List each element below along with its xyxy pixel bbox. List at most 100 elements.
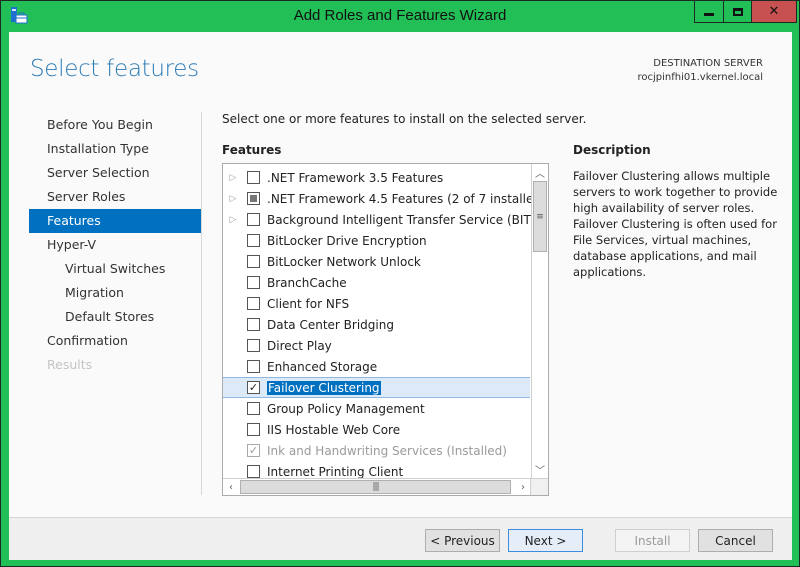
feature-row[interactable]: Data Center Bridging	[223, 314, 530, 335]
feature-label: Internet Printing Client	[267, 464, 404, 479]
feature-label: Failover Clustering	[267, 380, 381, 395]
feature-label: .NET Framework 4.5 Features (2 of 7 inst…	[267, 191, 546, 206]
features-heading: Features	[222, 143, 282, 157]
feature-row[interactable]: ▷ Background Intelligent Transfer Service…	[223, 209, 544, 230]
expand-arrow-icon[interactable]: ▷	[223, 215, 243, 225]
feature-label: Client for NFS	[267, 296, 350, 311]
horizontal-scroll-thumb[interactable]: |||	[240, 480, 511, 494]
feature-label: Direct Play	[267, 338, 332, 353]
next-button[interactable]: Next >	[508, 529, 583, 552]
feature-checkbox: ✓	[247, 444, 260, 457]
nav-item-virtual-switches[interactable]: Virtual Switches	[29, 257, 201, 281]
feature-label: BitLocker Network Unlock	[267, 254, 421, 269]
feature-row[interactable]: Direct Play	[223, 335, 530, 356]
window-controls: ✕	[694, 1, 797, 23]
feature-label: BitLocker Drive Encryption	[267, 233, 427, 248]
instructions-text: Select one or more features to install o…	[222, 112, 587, 126]
feature-row[interactable]: Enhanced Storage	[223, 356, 530, 377]
feature-label: Enhanced Storage	[267, 359, 378, 374]
feature-row[interactable]: ▷ .NET Framework 3.5 Features	[223, 167, 530, 188]
expand-arrow-icon[interactable]: ▷	[223, 173, 243, 183]
feature-row[interactable]: ✓ Ink and Handwriting Services (Installed…	[223, 440, 530, 461]
nav-item-installation-type[interactable]: Installation Type	[29, 137, 201, 161]
feature-checkbox[interactable]	[247, 192, 260, 205]
window-title: Add Roles and Features Wizard	[293, 7, 507, 24]
previous-button[interactable]: < Previous	[425, 529, 500, 552]
minimize-icon	[704, 12, 714, 16]
scroll-left-button[interactable]: ‹	[223, 479, 239, 495]
page-title: Select features	[30, 56, 199, 82]
feature-row[interactable]: ✓ Failover Clustering	[223, 377, 530, 398]
destination-server-info: DESTINATION SERVER rocjpinfhi01.vkernel.…	[638, 57, 763, 85]
feature-row[interactable]: Client for NFS	[223, 293, 530, 314]
feature-row[interactable]: ▷ .NET Framework 4.5 Features (2 of 7 ins…	[223, 188, 546, 209]
destination-server-label: DESTINATION SERVER	[653, 58, 763, 69]
horizontal-scrollbar[interactable]: ‹ ||| ›	[223, 478, 531, 495]
feature-checkbox[interactable]	[247, 339, 260, 352]
checkmark-icon: ✓	[248, 381, 259, 394]
nav-item-hyper-v[interactable]: Hyper-V	[29, 233, 201, 257]
install-button: Install	[615, 529, 690, 552]
scroll-up-button[interactable]: ︿	[532, 164, 548, 181]
grip-icon: |||	[372, 482, 379, 492]
feature-row[interactable]: BranchCache	[223, 272, 530, 293]
feature-checkbox[interactable]	[247, 171, 260, 184]
maximize-icon	[732, 7, 743, 16]
feature-row[interactable]: IIS Hostable Web Core	[223, 419, 530, 440]
feature-checkbox[interactable]	[247, 318, 260, 331]
feature-label: Background Intelligent Transfer Service …	[267, 212, 544, 227]
nav-item-features[interactable]: Features	[29, 209, 201, 233]
nav-item-server-roles[interactable]: Server Roles	[29, 185, 201, 209]
feature-checkbox[interactable]	[247, 423, 260, 436]
scrollbar-corner	[530, 478, 548, 495]
minimize-button[interactable]	[695, 1, 723, 22]
expand-arrow-icon[interactable]: ▷	[223, 194, 243, 204]
wizard-footer: < Previous Next > Install Cancel	[9, 517, 792, 560]
feature-checkbox[interactable]: ✓	[247, 381, 260, 394]
features-list-content: ▷ .NET Framework 3.5 Features ▷ .NET Framew…	[223, 167, 546, 482]
feature-label: .NET Framework 3.5 Features	[267, 170, 444, 185]
description-heading: Description	[573, 143, 651, 157]
nav-item-server-selection[interactable]: Server Selection	[29, 161, 201, 185]
feature-checkbox[interactable]	[247, 276, 260, 289]
feature-row[interactable]: Group Policy Management	[223, 398, 530, 419]
feature-row[interactable]: BitLocker Drive Encryption	[223, 230, 530, 251]
wizard-client-area: Select features DESTINATION SERVER rocjp…	[9, 32, 792, 560]
nav-divider	[201, 112, 202, 495]
feature-row[interactable]: BitLocker Network Unlock	[223, 251, 530, 272]
feature-checkbox[interactable]	[247, 297, 260, 310]
feature-checkbox[interactable]	[247, 234, 260, 247]
close-button[interactable]: ✕	[751, 1, 796, 22]
feature-label: BranchCache	[267, 275, 347, 290]
chevron-down-icon: ﹀	[535, 466, 545, 477]
wizard-nav: Before You Begin Installation Type Server …	[29, 113, 201, 377]
feature-checkbox[interactable]	[247, 465, 260, 478]
nav-item-before-you-begin[interactable]: Before You Begin	[29, 113, 201, 137]
chevron-left-icon: ‹	[229, 482, 233, 493]
nav-item-migration[interactable]: Migration	[29, 281, 201, 305]
chevron-right-icon: ›	[521, 482, 525, 493]
wizard-window: Add Roles and Features Wizard ✕ Select f…	[0, 0, 800, 567]
vertical-scrollbar[interactable]: ︿ ≡ ﹀	[531, 164, 548, 478]
description-text: Failover Clustering allows multiple serv…	[573, 169, 778, 279]
features-tree-list[interactable]: ▷ .NET Framework 3.5 Features ▷ .NET Framew…	[222, 163, 549, 496]
feature-label: Group Policy Management	[267, 401, 425, 416]
vertical-scroll-thumb[interactable]: ≡	[533, 181, 547, 252]
title-bar[interactable]: Add Roles and Features Wizard ✕	[1, 1, 799, 32]
feature-checkbox[interactable]	[247, 255, 260, 268]
nav-item-confirmation[interactable]: Confirmation	[29, 329, 201, 353]
feature-checkbox[interactable]	[247, 402, 260, 415]
maximize-button[interactable]	[723, 1, 751, 22]
cancel-button[interactable]: Cancel	[698, 529, 773, 552]
scroll-right-button[interactable]: ›	[515, 479, 531, 495]
close-icon: ✕	[768, 4, 780, 19]
nav-item-results: Results	[47, 357, 93, 372]
feature-checkbox[interactable]	[247, 360, 260, 373]
grip-icon: ≡	[536, 211, 544, 222]
feature-label: Data Center Bridging	[267, 317, 394, 332]
feature-checkbox[interactable]	[247, 213, 260, 226]
nav-item-default-stores[interactable]: Default Stores	[29, 305, 201, 329]
feature-label: Ink and Handwriting Services (Installed)	[267, 443, 507, 458]
scroll-down-button[interactable]: ﹀	[532, 461, 548, 478]
chevron-up-icon: ︿	[535, 169, 545, 180]
